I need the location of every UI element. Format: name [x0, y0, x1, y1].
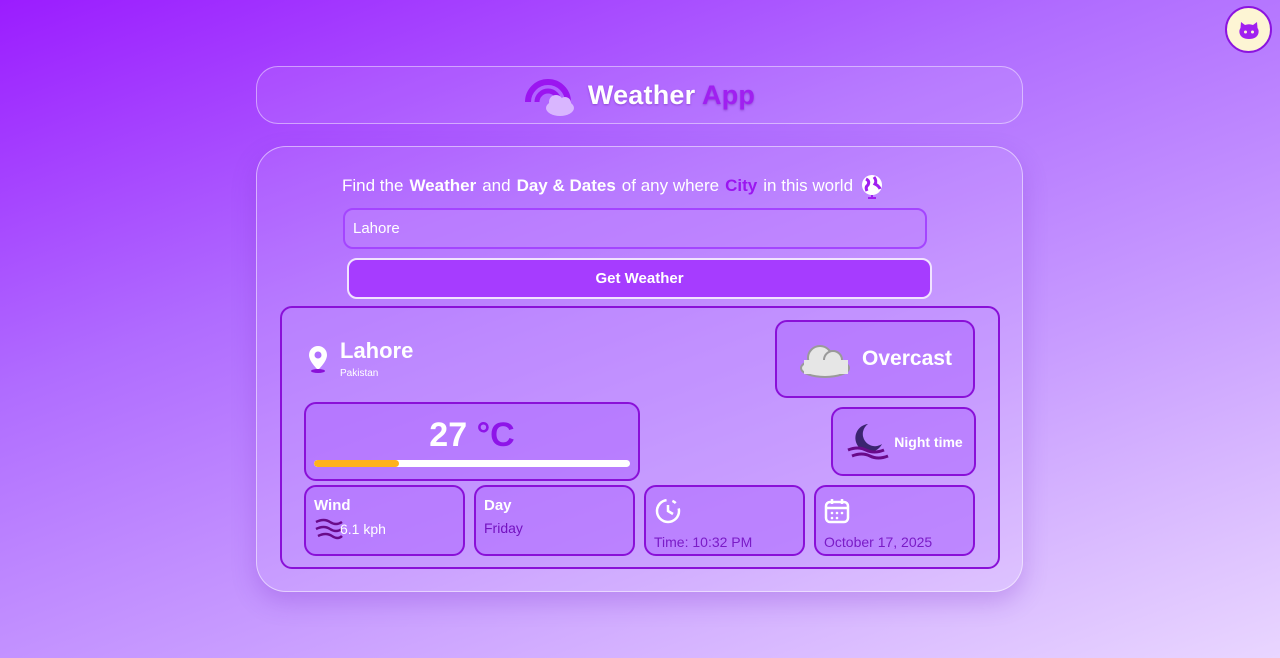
- time-box: Time: 10:32 PM: [644, 485, 805, 556]
- condition-box: Overcast: [775, 320, 975, 398]
- city-name: Lahore: [340, 338, 414, 363]
- date-box: October 17, 2025: [814, 485, 975, 556]
- calendar-icon: [824, 499, 850, 524]
- temperature-value: 27 °C: [429, 416, 515, 454]
- app-title-accent: App: [702, 79, 756, 110]
- temperature-box: 27 °C: [304, 402, 640, 481]
- rainbow-cloud-icon: [524, 79, 574, 116]
- cloud-icon: [800, 345, 851, 378]
- app-title: Weather App: [587, 79, 756, 110]
- tagline: Find the Weather and Day & Dates of any …: [342, 173, 885, 199]
- time-of-day-text: Night time: [894, 433, 963, 450]
- wind-box: Wind 6.1 kph: [304, 485, 465, 556]
- city-search-input[interactable]: [343, 208, 927, 249]
- get-weather-button[interactable]: Get Weather: [347, 258, 932, 299]
- clock-icon: [655, 498, 681, 524]
- app-header: Weather App: [256, 66, 1023, 124]
- main-card: Find the Weather and Day & Dates of any …: [256, 146, 1023, 592]
- moon-wind-icon: [847, 423, 889, 459]
- wind-value-row: 6.1 kph: [314, 516, 455, 542]
- time-of-day-box: Night time: [831, 407, 976, 476]
- wind-value: 6.1 kph: [340, 521, 386, 537]
- globe-icon: [862, 175, 883, 199]
- temperature-unit: °C: [476, 416, 515, 454]
- wind-label: Wind: [314, 497, 351, 514]
- day-label: Day: [484, 497, 512, 514]
- github-icon: [1238, 21, 1259, 39]
- date-value: October 17, 2025: [824, 534, 933, 550]
- time-value: Time: 10:32 PM: [654, 534, 753, 550]
- day-box: Day Friday: [474, 485, 635, 556]
- day-value: Friday: [484, 520, 523, 536]
- country-name: Pakistan: [340, 368, 379, 379]
- location-pin-icon: [309, 346, 327, 373]
- temperature-bar-fill: [314, 460, 400, 467]
- location-block: Lahore Pakistan: [306, 338, 413, 379]
- github-button[interactable]: [1225, 6, 1272, 53]
- temperature-bar: [314, 460, 630, 467]
- condition-text: Overcast: [862, 347, 952, 370]
- weather-result-panel: Lahore Pakistan Overcast 27 °C Night tim…: [280, 306, 1000, 569]
